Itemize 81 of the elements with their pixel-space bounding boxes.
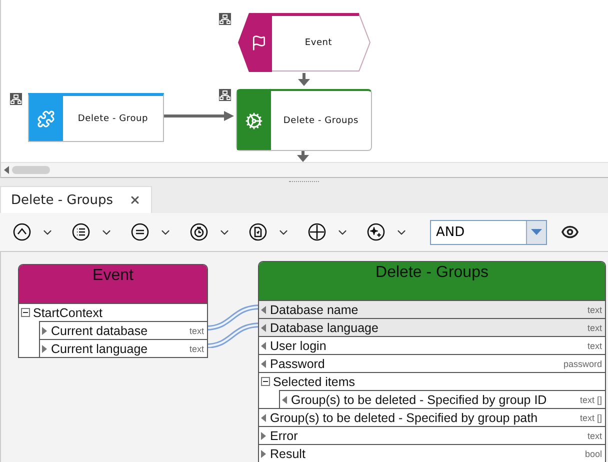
type-label: text [] bbox=[580, 412, 602, 422]
scrollbar-thumb[interactable] bbox=[12, 166, 50, 174]
editor-tab[interactable]: Delete - Groups bbox=[0, 186, 152, 213]
node-label: Event bbox=[304, 36, 334, 50]
parameter-row[interactable]: Database name text bbox=[259, 301, 605, 318]
splitter-handle[interactable] bbox=[289, 180, 319, 184]
parameter-row[interactable]: Current language text bbox=[39, 339, 207, 357]
document-icon bbox=[249, 223, 267, 241]
type-label: bool bbox=[584, 448, 602, 458]
chevron-up-icon bbox=[13, 223, 31, 241]
close-icon[interactable] bbox=[129, 194, 142, 206]
collapse-icon[interactable] bbox=[21, 308, 30, 317]
list-button[interactable] bbox=[72, 223, 113, 241]
equals-button[interactable] bbox=[131, 223, 172, 241]
parameter-label: StartContext bbox=[33, 306, 104, 320]
parameter-label: Group(s) to be deleted - Specified by group path bbox=[270, 410, 539, 424]
parameter-row[interactable]: User login text bbox=[259, 336, 605, 354]
document-button[interactable] bbox=[249, 223, 290, 241]
parameter-label: Password bbox=[270, 356, 326, 370]
type-label: text bbox=[587, 430, 602, 440]
add-button[interactable] bbox=[308, 223, 349, 241]
parameter-label: Result bbox=[270, 446, 306, 460]
hierarchy-icon[interactable] bbox=[10, 93, 22, 105]
type-label: text bbox=[189, 326, 204, 336]
gear-icon bbox=[245, 112, 263, 130]
hierarchy-icon[interactable] bbox=[219, 89, 231, 101]
parameter-row[interactable]: Password password bbox=[259, 354, 605, 372]
output-arrow-icon bbox=[261, 432, 267, 440]
parameter-label: Group(s) to be deleted - Specified by group ID bbox=[291, 392, 548, 406]
box-title: Event bbox=[19, 265, 207, 304]
sparkle-button[interactable] bbox=[367, 223, 408, 241]
parameter-label: User login bbox=[270, 338, 328, 352]
connector-arrow bbox=[163, 111, 235, 121]
hierarchy-icon[interactable] bbox=[219, 13, 231, 25]
parameter-label: Database language bbox=[270, 320, 380, 334]
output-arrow-icon bbox=[42, 326, 48, 334]
node-label: Delete - Groups bbox=[282, 114, 360, 128]
connector-arrow bbox=[298, 73, 310, 87]
parameter-row[interactable]: Group(s) to be deleted - Specified by group ID text [] bbox=[279, 390, 605, 408]
input-arrow-icon bbox=[261, 360, 267, 368]
mapping-lines-drawing bbox=[206, 302, 260, 348]
input-arrow-icon bbox=[261, 324, 267, 332]
puzzle-icon bbox=[37, 110, 55, 128]
dropdown-button[interactable] bbox=[526, 220, 546, 244]
connector-arrow bbox=[297, 150, 309, 162]
output-arrow-icon bbox=[261, 450, 267, 458]
parameter-row[interactable]: Current database text bbox=[39, 321, 207, 339]
type-label: text bbox=[587, 304, 602, 314]
scroll-left-icon[interactable] bbox=[4, 166, 9, 174]
type-label: text bbox=[587, 340, 602, 350]
sparkle-icon bbox=[367, 223, 385, 241]
parameter-label: Selected items bbox=[273, 374, 356, 388]
type-label: text [] bbox=[580, 394, 602, 404]
type-label: text bbox=[189, 344, 204, 354]
node-label: Delete - Group bbox=[76, 112, 150, 126]
input-arrow-icon bbox=[261, 342, 267, 350]
input-arrow-icon bbox=[261, 306, 267, 314]
eye-icon[interactable] bbox=[561, 223, 579, 241]
list-icon bbox=[72, 223, 90, 241]
parameter-label: Error bbox=[270, 428, 299, 442]
type-label: text bbox=[587, 322, 602, 332]
box-title: Delete - Groups bbox=[259, 262, 605, 301]
parameter-label: Current language bbox=[51, 342, 149, 356]
input-arrow-icon bbox=[261, 414, 267, 422]
tab-label: Delete - Groups bbox=[11, 192, 114, 208]
up-button[interactable] bbox=[13, 223, 54, 241]
parameter-label: Database name bbox=[270, 302, 360, 316]
clock-button[interactable] bbox=[190, 223, 231, 241]
type-label: password bbox=[563, 358, 602, 368]
equals-icon bbox=[131, 223, 149, 241]
operator-dropdown[interactable]: AND bbox=[430, 220, 547, 244]
clock-icon bbox=[190, 223, 208, 241]
flag-icon bbox=[251, 34, 267, 50]
input-arrow-icon bbox=[282, 396, 288, 404]
parameter-row[interactable]: Database language text bbox=[259, 318, 605, 336]
parameter-label: Current database bbox=[51, 324, 149, 338]
caret-icon bbox=[531, 229, 542, 235]
parameter-row[interactable]: Group(s) to be deleted - Specified by group path text [] bbox=[259, 408, 605, 426]
output-arrow-icon bbox=[42, 344, 48, 352]
plus-icon bbox=[308, 223, 326, 241]
collapse-icon[interactable] bbox=[261, 377, 270, 386]
